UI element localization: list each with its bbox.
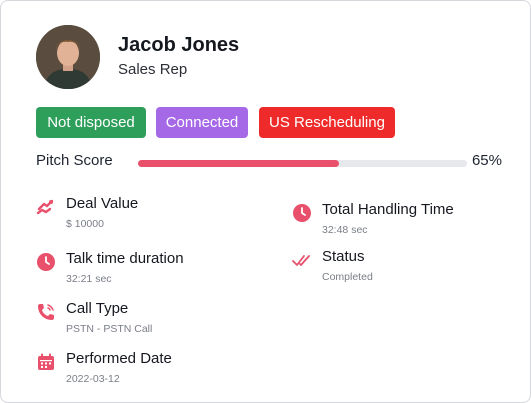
performed-date-title: Performed Date — [66, 350, 172, 367]
pitch-score-label: Pitch Score — [36, 152, 113, 169]
badge-us-rescheduling: US Rescheduling — [259, 107, 395, 138]
performed-date-value: 2022-03-12 — [66, 373, 120, 385]
status-value: Completed — [322, 271, 373, 283]
pitch-score-fill — [138, 160, 339, 167]
total-handling-time-value: 32:48 sec — [322, 224, 368, 236]
profile-name: Jacob Jones — [118, 34, 240, 56]
deal-value-value: $ 10000 — [66, 218, 104, 230]
avatar-photo-icon — [36, 25, 100, 89]
clock-icon — [37, 253, 55, 271]
badge-connected: Connected — [156, 107, 248, 138]
double-check-icon — [292, 255, 310, 266]
badge-not-disposed: Not disposed — [36, 107, 146, 138]
talk-time-value: 32:21 sec — [66, 273, 112, 285]
call-detail-card: Jacob Jones Sales Rep Not disposed Conne… — [0, 0, 531, 403]
pitch-score-bar — [138, 160, 467, 167]
money-transfer-icon — [36, 199, 54, 215]
profile-role: Sales Rep — [118, 61, 188, 78]
total-handling-time-title: Total Handling Time — [322, 201, 454, 218]
avatar — [36, 25, 100, 89]
calendar-icon — [38, 353, 54, 370]
call-type-title: Call Type — [66, 300, 129, 317]
clock-icon — [293, 204, 311, 222]
status-title: Status — [322, 248, 365, 265]
phone-icon — [38, 304, 54, 320]
call-type-value: PSTN - PSTN Call — [66, 323, 153, 335]
talk-time-title: Talk time duration — [66, 250, 184, 267]
deal-value-title: Deal Value — [66, 195, 139, 212]
pitch-score-value: 65% — [471, 152, 502, 169]
